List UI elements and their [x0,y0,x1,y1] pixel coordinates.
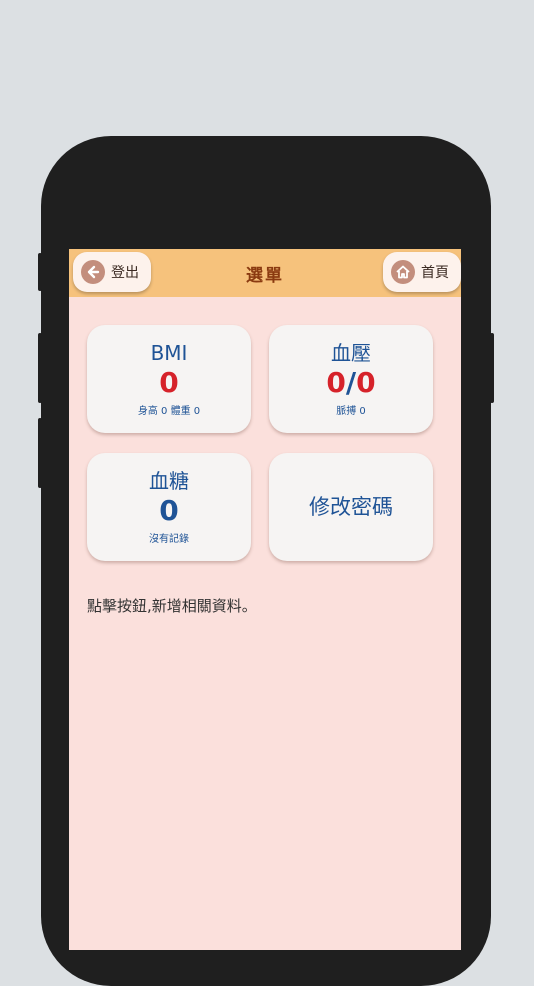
systolic-value: 0 [326,366,346,399]
volume-up-button [38,333,42,403]
change-password-title: 修改密碼 [309,495,393,519]
power-button [490,333,494,403]
pressure-separator: / [345,366,357,399]
mute-switch [38,253,42,291]
top-bar: 登出 選單 首頁 [69,249,461,297]
blood-sugar-card[interactable]: 血糖 0 沒有記錄 [87,453,251,561]
home-icon [391,260,415,284]
diastolic-value: 0 [356,366,376,399]
instruction-text: 點擊按鈕,新增相關資料。 [87,597,257,615]
change-password-card[interactable]: 修改密碼 [269,453,433,561]
blood-pressure-card[interactable]: 血壓 0/0 脈搏 0 [269,325,433,433]
bmi-card[interactable]: BMI 0 身高 0 體重 0 [87,325,251,433]
blood-sugar-value: 0 [159,494,179,527]
pulse-subtext: 脈搏 0 [336,406,366,417]
bmi-subtext: 身高 0 體重 0 [137,406,201,417]
home-button[interactable]: 首頁 [383,252,461,292]
app-screen: 登出 選單 首頁 BMI 0 身高 0 體重 0 血壓 0/0 脈搏 0 血糖 … [69,249,461,950]
blood-sugar-title: 血糖 [149,469,189,493]
bmi-title: BMI [150,341,188,365]
bmi-value: 0 [159,366,179,399]
blood-pressure-title: 血壓 [331,341,371,365]
blood-sugar-subtext: 沒有記錄 [149,534,189,545]
home-label: 首頁 [421,265,449,281]
volume-down-button [38,418,42,488]
